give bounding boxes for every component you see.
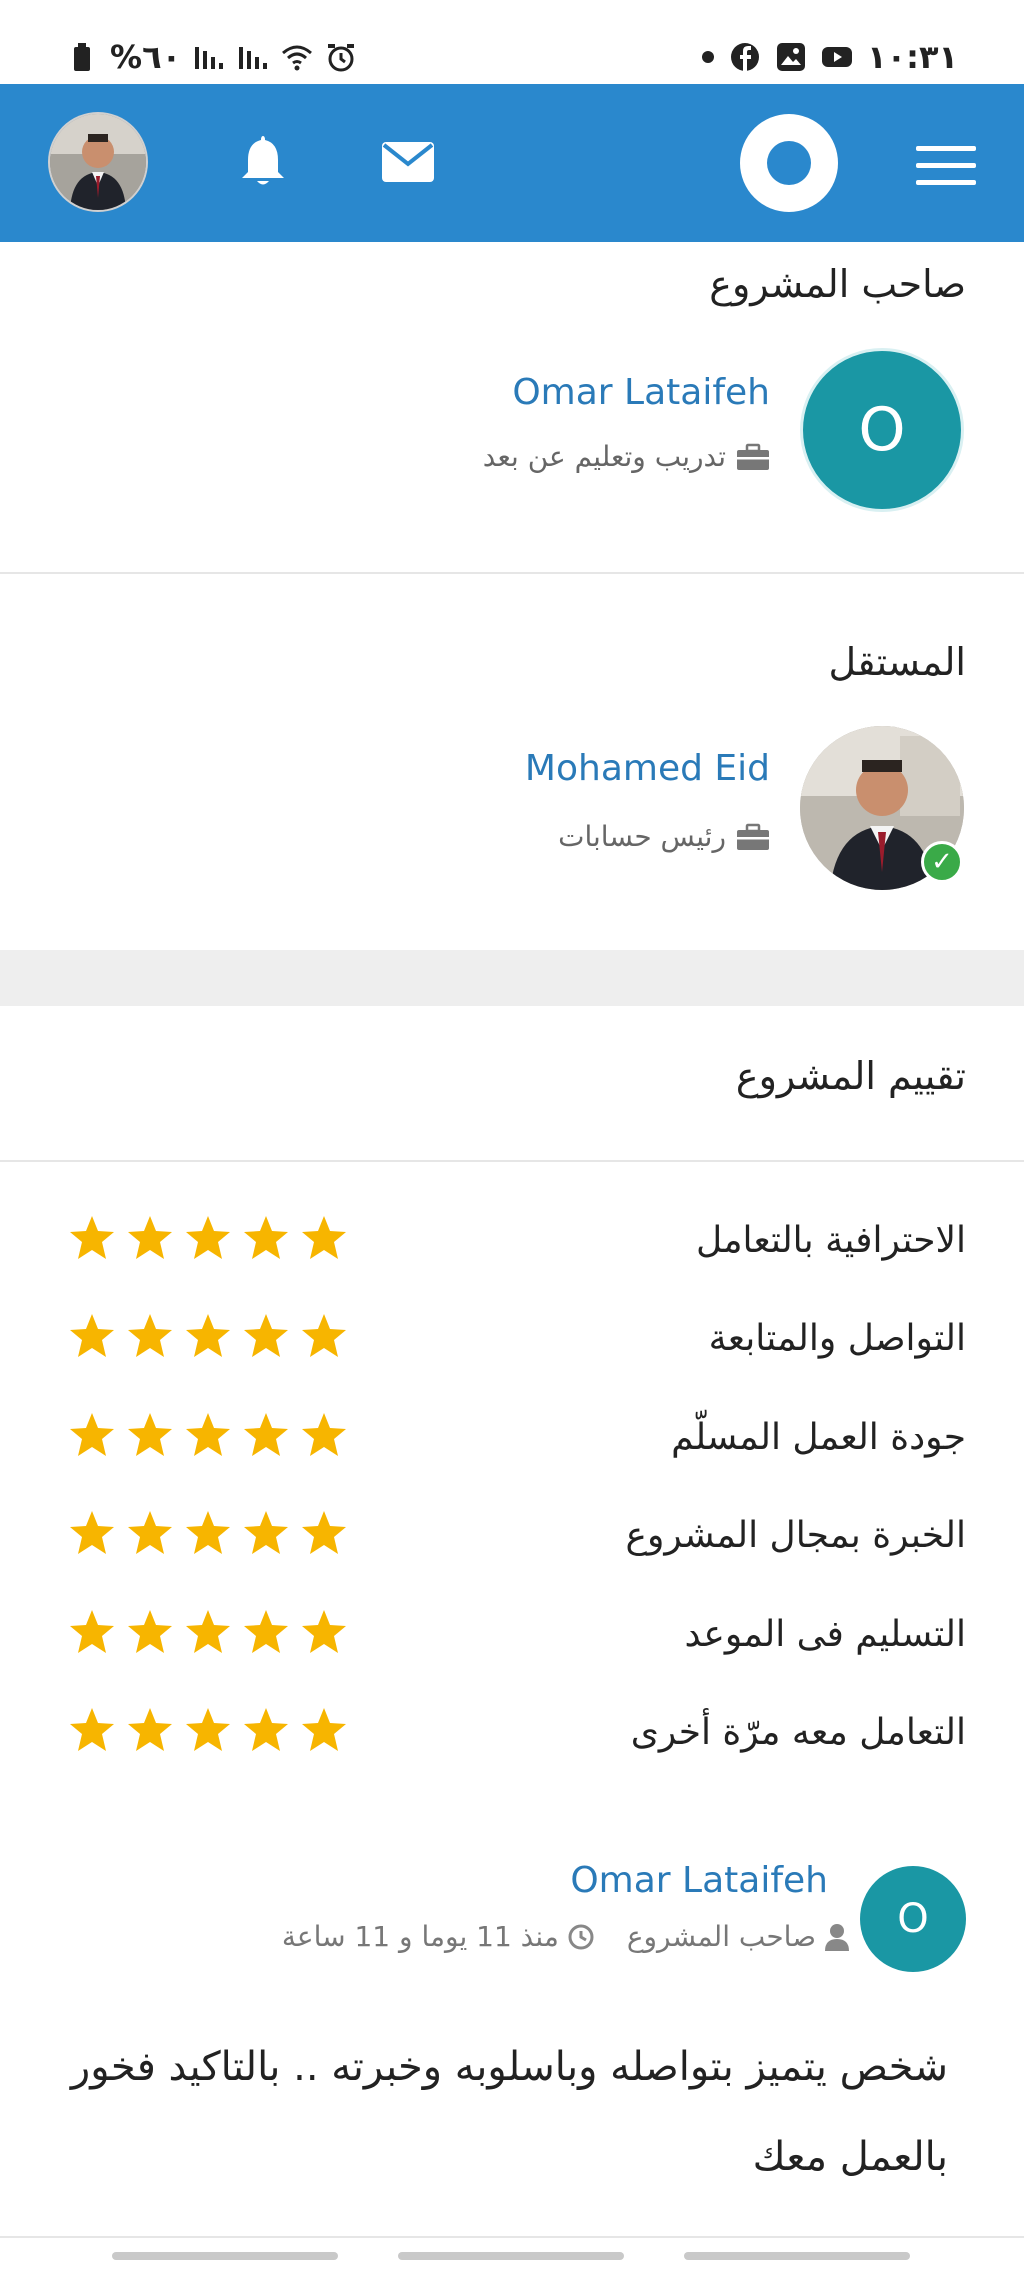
tab-indicator[interactable] <box>112 2252 338 2260</box>
facebook-icon <box>731 43 760 71</box>
status-left: %٦٠ <box>66 38 357 76</box>
star-icon <box>244 1511 288 1554</box>
owner-role-text: تدريب وتعليم عن بعد <box>482 440 726 473</box>
star-icon <box>302 1216 346 1259</box>
menu-icon[interactable] <box>916 146 976 186</box>
star-icon <box>302 1413 346 1456</box>
rating-row: الخبرة بمجال المشروع <box>0 1505 1024 1575</box>
rating-label: التعامل معه مرّة أخرى <box>630 1712 966 1753</box>
star-icon <box>128 1216 172 1259</box>
star-icon <box>128 1708 172 1751</box>
divider <box>0 572 1024 574</box>
alarm-icon <box>328 44 355 72</box>
app-logo[interactable] <box>740 114 838 212</box>
star-rating <box>68 1706 348 1754</box>
rating-label: الاحترافية بالتعامل <box>695 1220 966 1261</box>
wifi-icon <box>282 45 313 71</box>
star-icon <box>244 1216 288 1259</box>
section-separator <box>0 950 1024 1006</box>
mail-icon[interactable] <box>382 142 434 182</box>
star-icon <box>128 1511 172 1554</box>
star-icon <box>302 1708 346 1751</box>
briefcase-icon <box>737 823 769 850</box>
bell-icon[interactable] <box>238 134 288 188</box>
owner-role: تدريب وتعليم عن بعد <box>483 440 770 473</box>
star-icon <box>128 1314 172 1357</box>
tab-indicator[interactable] <box>684 2252 910 2260</box>
star-icon <box>70 1314 114 1357</box>
dot-icon <box>702 51 715 63</box>
rating-row: جودة العمل المسلّم <box>0 1407 1024 1477</box>
review-time: منذ 11 يوما و 11 ساعة <box>281 1920 559 1953</box>
rating-section-title: تقييم المشروع <box>735 1054 966 1098</box>
star-icon <box>186 1610 230 1653</box>
rating-row: الاحترافية بالتعامل <box>0 1210 1024 1280</box>
star-icon <box>302 1511 346 1554</box>
status-right: ١٠:٣١ <box>701 38 958 76</box>
owner-name-link[interactable]: Omar Lataifeh <box>512 372 770 413</box>
gallery-icon <box>777 43 806 71</box>
star-rating <box>68 1509 348 1557</box>
clock-icon <box>568 1924 594 1949</box>
star-icon <box>186 1413 230 1456</box>
star-icon <box>186 1314 230 1357</box>
star-icon <box>70 1511 114 1554</box>
rating-row: التسليم فى الموعد <box>0 1604 1024 1674</box>
profile-avatar[interactable] <box>48 112 148 212</box>
user-icon <box>825 1923 849 1951</box>
rating-label: جودة العمل المسلّم <box>671 1417 966 1458</box>
rating-label: التسليم فى الموعد <box>684 1614 966 1655</box>
star-icon <box>244 1413 288 1456</box>
review-text: شخص يتميز بتواصله وباسلوبه وخبرته .. بال… <box>70 2044 948 2180</box>
star-rating <box>68 1608 348 1656</box>
battery-icon <box>74 43 90 71</box>
star-icon <box>186 1708 230 1751</box>
rating-label: التواصل والمتابعة <box>708 1318 966 1359</box>
briefcase-icon <box>737 443 769 470</box>
owner-avatar[interactable]: O <box>800 348 964 512</box>
star-icon <box>70 1708 114 1751</box>
star-icon <box>128 1610 172 1653</box>
divider <box>0 2236 1024 2238</box>
profile-photo <box>50 114 146 210</box>
star-icon <box>70 1216 114 1259</box>
star-icon <box>244 1610 288 1653</box>
battery-percent: %٦٠ <box>110 38 182 76</box>
freelancer-role-text: رئيس حسابات <box>558 820 726 853</box>
rating-label: الخبرة بمجال المشروع <box>625 1515 966 1556</box>
freelancer-name-link[interactable]: Mohamed Eid <box>525 748 770 789</box>
status-bar: %٦٠ ١٠:٣١ <box>0 0 1024 84</box>
star-icon <box>244 1314 288 1357</box>
reviewer-name-link[interactable]: Omar Lataifeh <box>570 1860 828 1901</box>
star-icon <box>186 1216 230 1259</box>
divider <box>0 1160 1024 1162</box>
star-icon <box>244 1708 288 1751</box>
tab-indicator[interactable] <box>398 2252 624 2260</box>
signal-icon <box>195 47 224 69</box>
star-icon <box>302 1610 346 1653</box>
star-rating <box>68 1411 348 1459</box>
reviewer-role: صاحب المشروع <box>626 1920 816 1953</box>
star-rating <box>68 1312 348 1360</box>
star-icon <box>70 1413 114 1456</box>
signal-icon <box>239 47 268 69</box>
app-header <box>0 84 1024 242</box>
freelancer-role: رئيس حسابات <box>558 820 770 853</box>
reviewer-avatar[interactable]: O <box>860 1866 966 1972</box>
star-rating <box>68 1214 348 1262</box>
freelancer-section-title: المستقل <box>828 640 966 684</box>
rating-row: التعامل معه مرّة أخرى <box>0 1702 1024 1772</box>
star-icon <box>128 1413 172 1456</box>
youtube-icon <box>822 47 853 67</box>
star-icon <box>70 1610 114 1653</box>
verified-badge-icon: ✓ <box>921 841 963 883</box>
review-meta: صاحب المشروع منذ 11 يوما و 11 ساعة <box>282 1920 850 1953</box>
rating-row: التواصل والمتابعة <box>0 1308 1024 1378</box>
owner-section-title: صاحب المشروع <box>709 262 966 306</box>
star-icon <box>302 1314 346 1357</box>
clock: ١٠:٣١ <box>867 38 958 76</box>
star-icon <box>186 1511 230 1554</box>
